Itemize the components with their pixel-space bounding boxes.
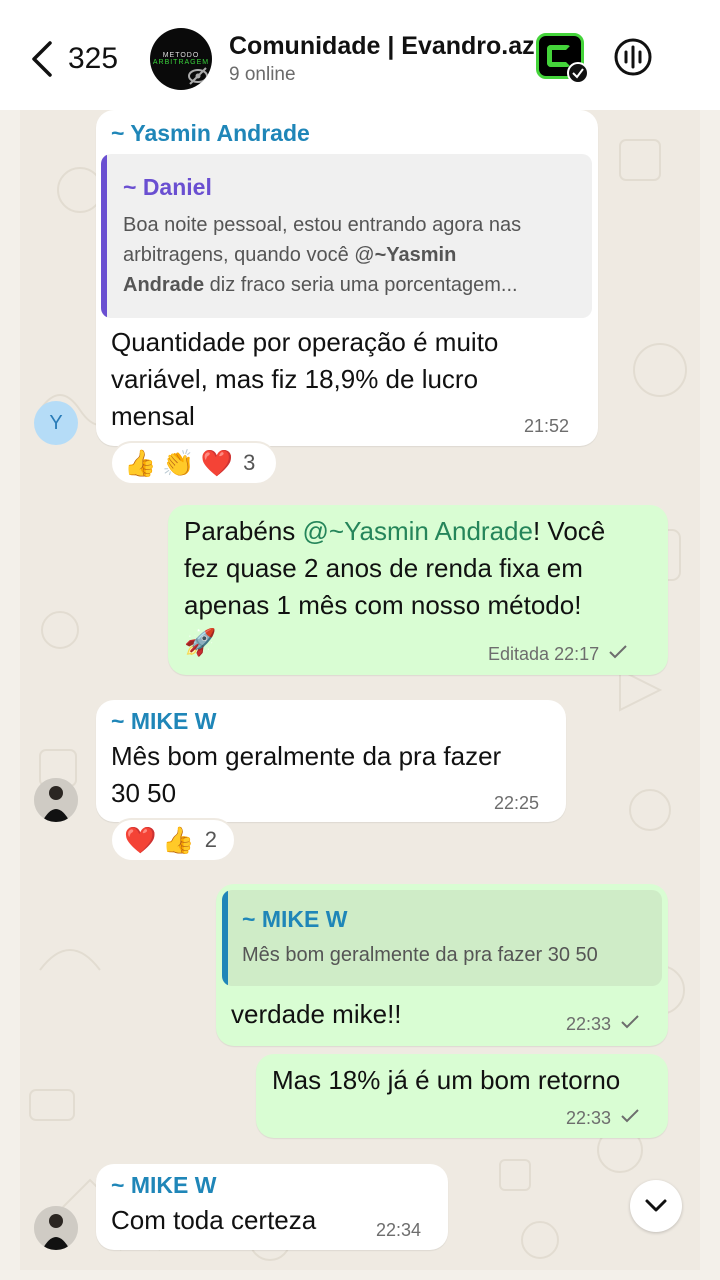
quoted-text: Mês bom geralmente da pra fazer 30 50 (242, 944, 598, 966)
message-time: 22:25 (494, 793, 540, 813)
message-text: Com toda certeza (111, 1205, 317, 1235)
message-text: verdade mike!! (231, 999, 402, 1029)
avatar[interactable] (34, 778, 78, 822)
scroll-down-button[interactable] (630, 1180, 682, 1232)
reaction-emoji: 👏 (162, 448, 195, 478)
chevron-down-icon (645, 1199, 667, 1212)
unread-count: 325 (68, 42, 119, 75)
message-text: Quantidade por operação é muito variável… (111, 327, 499, 431)
app-badge-icon[interactable] (536, 33, 589, 84)
reactions-bar[interactable]: 👍 👏 ❤️ 3 (110, 441, 278, 485)
online-status: 9 online (229, 64, 296, 85)
message-bubble[interactable]: Mas 18% já é um bom retorno 22:33 (256, 1054, 668, 1138)
message-time: 22:33 (566, 1108, 640, 1129)
message-time: 22:33 (566, 1014, 640, 1035)
mention[interactable]: @~Yasmin Andrade (303, 516, 533, 546)
group-avatar-text-1: METODO (162, 52, 200, 59)
person-photo-icon (34, 778, 78, 822)
check-icon (621, 1109, 639, 1123)
message-sender: ~ MIKE W (111, 1172, 217, 1198)
message-bubble[interactable]: Parabéns @~Yasmin Andrade! Você fez quas… (168, 505, 668, 675)
message-text: Mas 18% já é um bom retorno (272, 1065, 621, 1095)
quoted-message[interactable]: ~ Daniel Boa noite pessoal, estou entran… (101, 154, 592, 318)
check-icon (621, 1015, 639, 1029)
reaction-count: 3 (243, 450, 256, 475)
quoted-text: Boa noite pessoal, estou entrando agora … (123, 214, 522, 296)
quoted-sender: ~ Daniel (123, 174, 212, 200)
message-sender: ~ Yasmin Andrade (111, 120, 310, 146)
avatar[interactable] (34, 1206, 78, 1250)
message-bubble[interactable]: ~ MIKE W Mês bom geralmente da pra fazer… (96, 700, 566, 822)
message-bubble[interactable]: ~ Yasmin Andrade ~ Daniel Boa noite pess… (96, 110, 598, 446)
verified-icon (567, 62, 589, 84)
message-time: Editada 22:17 (488, 644, 628, 665)
back-button[interactable]: 325 (30, 38, 130, 80)
reaction-emoji: 👍 (162, 825, 195, 855)
group-avatar[interactable]: METODO ARBITRAGEM (150, 28, 212, 90)
avatar[interactable]: Y (34, 401, 78, 445)
reactions-bar[interactable]: ❤️ 👍 2 (110, 818, 236, 862)
eye-off-icon (188, 67, 208, 85)
message-time: 21:52 (524, 416, 570, 436)
message-bubble[interactable]: ~ MIKE W Mês bom geralmente da pra fazer… (216, 884, 668, 1046)
chevron-left-icon (32, 41, 52, 77)
chat-title[interactable]: Comunidade | Evandro.az (229, 32, 535, 61)
message-time: 22:34 (376, 1220, 422, 1240)
reaction-emoji: ❤️ (200, 448, 234, 478)
chat-header: 325 METODO ARBITRAGEM Comunidade | Evand… (0, 0, 720, 110)
audio-wave-icon[interactable] (612, 36, 654, 78)
reaction-emoji: 👍 (124, 448, 157, 478)
message-sender: ~ MIKE W (111, 708, 217, 734)
message-text: Parabéns @~Yasmin Andrade! Você fez quas… (184, 513, 605, 661)
reaction-emoji: ❤️ (124, 825, 157, 855)
reaction-count: 2 (204, 827, 217, 852)
message-bubble[interactable]: ~ MIKE W Com toda certeza 22:34 (96, 1164, 448, 1250)
quoted-sender: ~ MIKE W (242, 906, 348, 932)
person-photo-icon (34, 1206, 78, 1250)
quoted-message[interactable]: ~ MIKE W Mês bom geralmente da pra fazer… (222, 890, 662, 986)
check-icon (609, 645, 627, 659)
edited-label: Editada (488, 644, 550, 664)
message-text: Mês bom geralmente da pra fazer 30 50 (111, 741, 502, 808)
